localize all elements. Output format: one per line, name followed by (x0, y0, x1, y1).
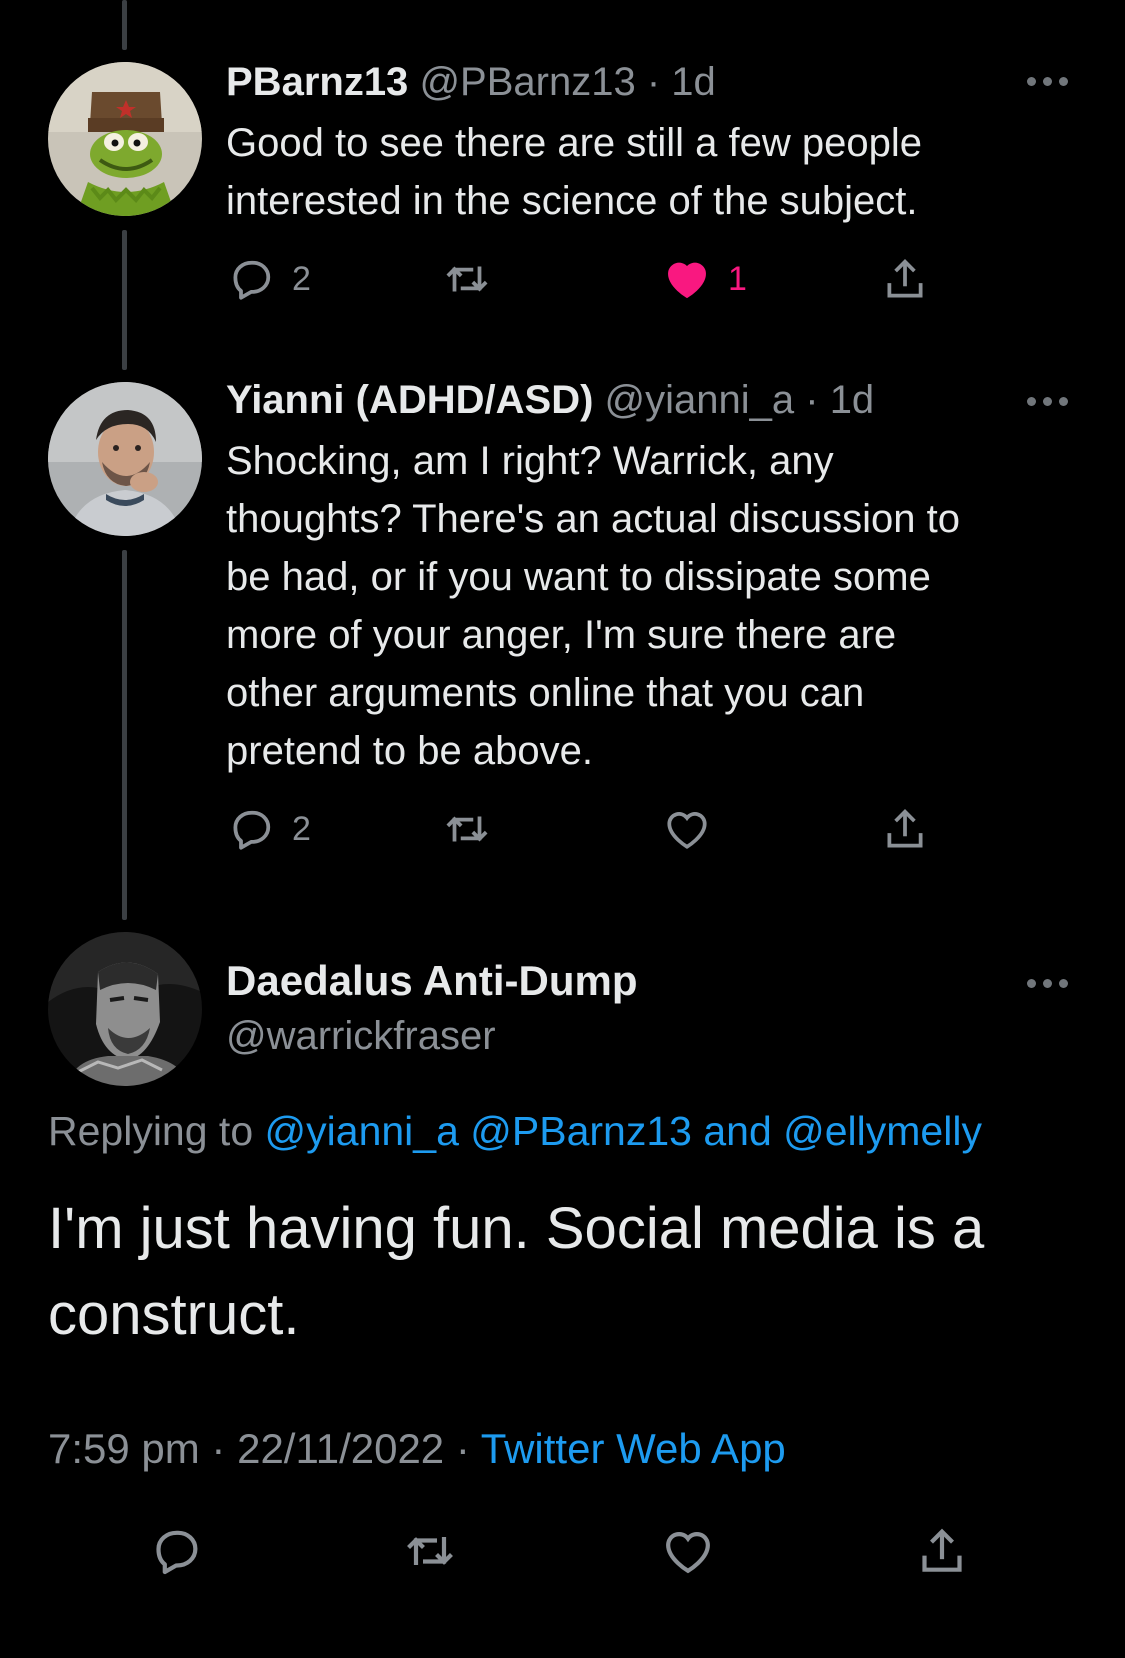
reply-icon (233, 260, 271, 300)
retweet-icon (446, 266, 488, 292)
retweet-button[interactable] (442, 804, 492, 854)
retweet-button[interactable] (442, 254, 492, 304)
game-character-avatar (48, 932, 202, 1086)
share-button[interactable] (914, 1526, 970, 1576)
avatar[interactable] (48, 382, 202, 536)
main-tweet-actions (0, 1526, 1125, 1582)
like-button[interactable] (660, 1526, 716, 1576)
tweet-header: Yianni (ADHD/ASD) @yianni_a · 1d (226, 376, 874, 424)
more-icon[interactable] (1027, 394, 1071, 408)
main-author-handle[interactable]: @warrickfraser (226, 1012, 496, 1060)
main-author-name[interactable]: Daedalus Anti-Dump (226, 956, 637, 1006)
retweet-button[interactable] (402, 1526, 458, 1576)
author-name[interactable]: PBarnz13 (226, 60, 408, 104)
tweet-text: Good to see there are still a few people… (226, 121, 922, 223)
tweet-text: Shocking, am I right? Warrick, any thoug… (226, 439, 961, 773)
share-icon (887, 259, 923, 298)
reply-icon (233, 810, 271, 850)
like-count: 1 (728, 259, 747, 298)
avatar[interactable] (48, 932, 202, 1086)
like-button[interactable]: 1 (662, 254, 747, 304)
reply-icon (156, 1530, 198, 1575)
tweet-source[interactable]: Twitter Web App (481, 1425, 786, 1472)
share-icon (887, 809, 923, 848)
replying-to-links[interactable]: @yianni_a @PBarnz13 and @ellymelly (265, 1108, 982, 1154)
heart-icon (666, 1532, 710, 1574)
author-handle-time[interactable]: @yianni_a · 1d (605, 378, 875, 422)
like-button[interactable] (662, 804, 712, 854)
tweet-timestamp: 7:59 pm · 22/11/2022 · Twitter Web App (48, 1424, 786, 1474)
reply-button[interactable]: 2 (226, 254, 311, 304)
replying-to: Replying to @yianni_a @PBarnz13 and @ell… (48, 1106, 982, 1156)
retweet-icon (407, 1537, 453, 1565)
thread-line-2 (122, 550, 127, 920)
man-avatar (48, 382, 202, 536)
more-icon[interactable] (1027, 976, 1071, 990)
author-handle-time[interactable]: @PBarnz13 · 1d (419, 60, 715, 104)
main-tweet-text: I'm just having fun. Social media is a c… (48, 1196, 985, 1347)
reply-count: 2 (292, 259, 311, 298)
kermit-avatar (48, 62, 202, 216)
thread-line-top (122, 0, 127, 50)
replying-to-label: Replying to (48, 1108, 254, 1154)
tweet-time[interactable]: 7:59 pm · 22/11/2022 · (48, 1425, 470, 1472)
thread-line-1 (122, 230, 127, 370)
heart-icon (667, 812, 707, 849)
tweet-actions: 2 1 (226, 254, 946, 304)
more-icon[interactable] (1027, 74, 1071, 88)
reply-count: 2 (292, 809, 311, 848)
tweet-header: PBarnz13 @PBarnz13 · 1d (226, 58, 716, 106)
author-name[interactable]: Yianni (ADHD/ASD) (226, 378, 593, 422)
retweet-icon (446, 816, 488, 842)
share-button[interactable] (880, 804, 930, 854)
share-button[interactable] (880, 254, 930, 304)
heart-icon (668, 262, 706, 299)
avatar[interactable] (48, 62, 202, 216)
reply-button[interactable]: 2 (226, 804, 311, 854)
share-icon (922, 1528, 962, 1572)
reply-button[interactable] (148, 1526, 204, 1576)
tweet-actions: 2 (226, 804, 946, 854)
